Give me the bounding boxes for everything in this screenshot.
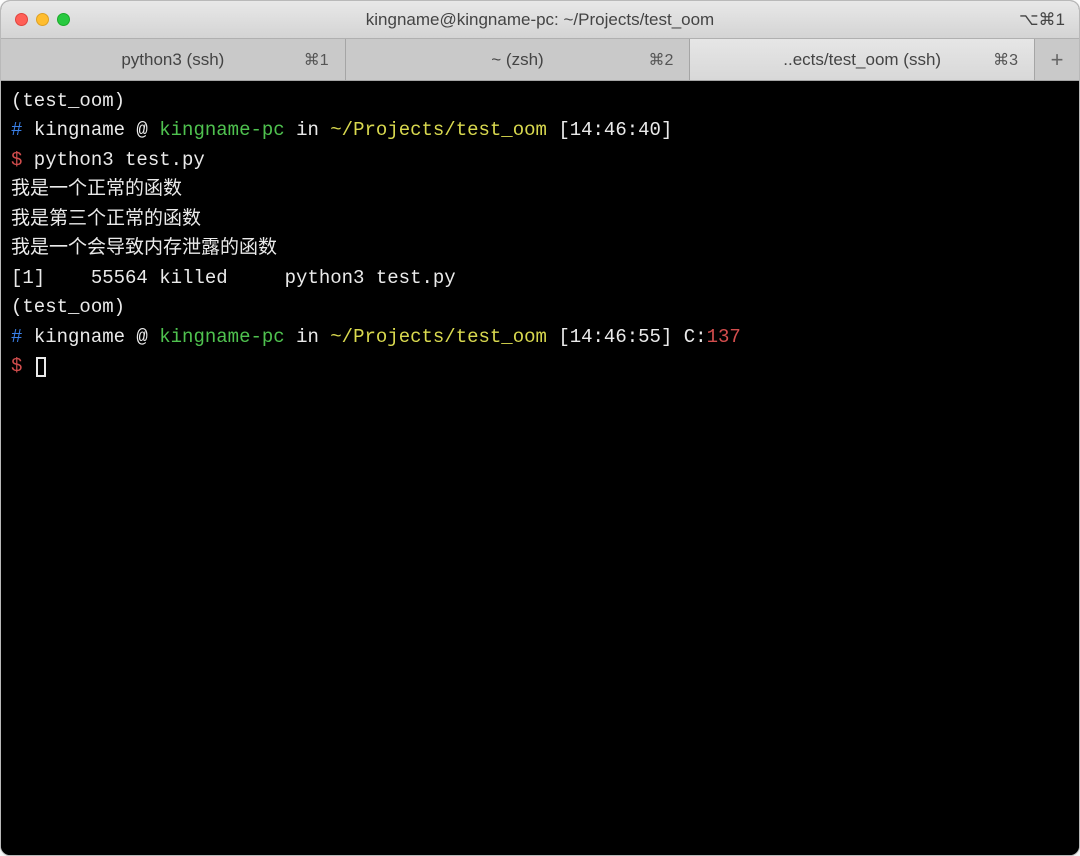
titlebar: kingname@kingname-pc: ~/Projects/test_oo… [1,1,1079,39]
prompt-hash: # [11,119,22,141]
terminal-window: kingname@kingname-pc: ~/Projects/test_oo… [0,0,1080,856]
exit-code: 137 [707,326,741,348]
tab-shortcut: ⌘3 [993,50,1018,70]
prompt-dollar: $ [11,355,22,377]
terminal-body[interactable]: (test_oom) # kingname @ kingname-pc in ~… [1,81,1079,855]
tab-3[interactable]: ..ects/test_oom (ssh) ⌘3 [690,39,1035,80]
prompt-host: kingname-pc [159,119,284,141]
prompt-hash: # [11,326,22,348]
virtualenv-name: (test_oom) [11,296,125,318]
tab-shortcut: ⌘1 [304,50,329,70]
prompt-user: kingname [34,326,125,348]
output-line: 我是一个正常的函数 [11,178,182,200]
window-shortcut: ⌥⌘1 [1019,10,1079,30]
prompt-path: ~/Projects/test_oom [330,119,547,141]
tab-label: ..ects/test_oom (ssh) [783,50,941,70]
zoom-button[interactable] [57,13,70,26]
tab-shortcut: ⌘2 [648,50,673,70]
tab-label: ~ (zsh) [491,50,543,70]
tab-label: python3 (ssh) [121,50,224,70]
window-title: kingname@kingname-pc: ~/Projects/test_oo… [1,10,1079,30]
cursor [36,357,46,377]
prompt-path: ~/Projects/test_oom [330,326,547,348]
output-line: [1] 55564 killed python3 test.py [11,267,456,289]
new-tab-button[interactable]: + [1035,39,1079,80]
prompt-dollar: $ [11,149,22,171]
prompt-at: @ [125,119,159,141]
tab-2[interactable]: ~ (zsh) ⌘2 [346,39,691,80]
output-line: 我是第三个正常的函数 [11,208,201,230]
command-text: python3 test.py [22,149,204,171]
tab-bar: python3 (ssh) ⌘1 ~ (zsh) ⌘2 ..ects/test_… [1,39,1079,81]
prompt-at: @ [125,326,159,348]
output-line: 我是一个会导致内存泄露的函数 [11,237,277,259]
tab-1[interactable]: python3 (ssh) ⌘1 [1,39,346,80]
prompt-in: in [285,326,331,348]
traffic-lights [1,13,70,26]
virtualenv-name: (test_oom) [11,90,125,112]
prompt-host: kingname-pc [159,326,284,348]
minimize-button[interactable] [36,13,49,26]
prompt-user: kingname [34,119,125,141]
exit-code-prefix: C: [684,326,707,348]
prompt-time: [14:46:40] [547,119,672,141]
prompt-time: [14:46:55] [547,326,684,348]
prompt-in: in [285,119,331,141]
close-button[interactable] [15,13,28,26]
